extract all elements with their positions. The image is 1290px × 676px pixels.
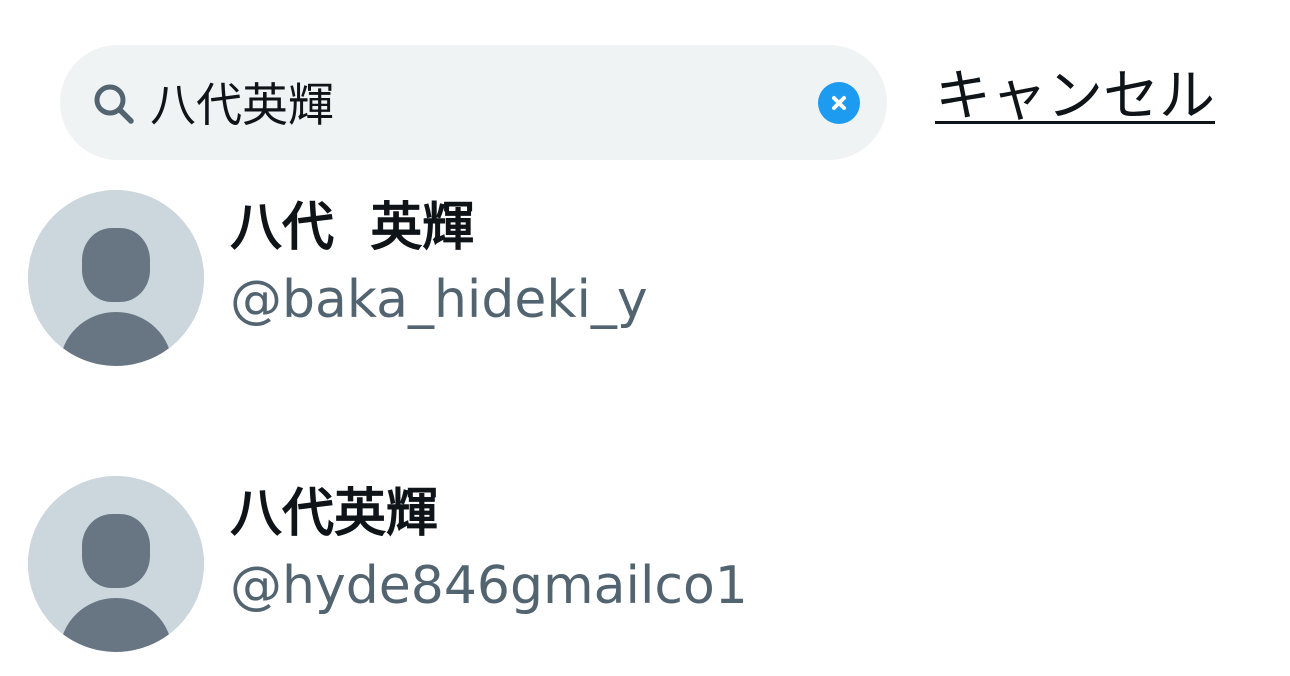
display-name: 八代 英輝 (230, 198, 475, 258)
default-profile-icon (28, 476, 204, 652)
user-handle: @baka_hideki_y (230, 270, 648, 330)
search-result-item[interactable]: 八代 英輝 @baka_hideki_y (0, 190, 1290, 390)
search-input[interactable] (150, 67, 790, 137)
display-name: 八代英輝 (230, 484, 439, 544)
avatar[interactable] (28, 476, 204, 652)
user-handle: @hyde846gmailco1 (230, 556, 748, 616)
clear-search-button[interactable] (818, 82, 860, 124)
search-icon (92, 82, 136, 126)
cancel-button[interactable]: キャンセル (935, 62, 1215, 132)
search-bar[interactable] (60, 45, 887, 160)
default-profile-icon (28, 190, 204, 366)
clear-x-icon (832, 96, 846, 110)
avatar[interactable] (28, 190, 204, 366)
search-result-item[interactable]: 八代英輝 @hyde846gmailco1 (0, 476, 1290, 676)
